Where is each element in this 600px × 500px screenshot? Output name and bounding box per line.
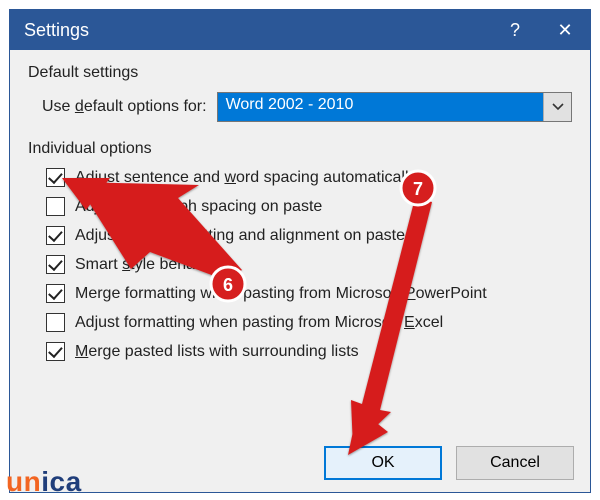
option-row: Merge formatting when pasting from Micro…	[46, 284, 572, 303]
checkbox[interactable]	[46, 284, 65, 303]
checkbox[interactable]	[46, 197, 65, 216]
option-label: Merge formatting when pasting from Micro…	[75, 285, 487, 303]
titlebar: Settings ? ✕	[10, 10, 590, 50]
default-options-select[interactable]: Word 2002 - 2010	[217, 92, 572, 122]
close-icon: ✕	[557, 20, 572, 41]
individual-options-label: Individual options	[28, 140, 572, 158]
option-row: Adjust sentence and word spacing automat…	[46, 168, 572, 187]
ok-button[interactable]: OK	[324, 446, 442, 480]
option-label: Smart style behavior	[75, 256, 221, 274]
option-label: Merge pasted lists with surrounding list…	[75, 343, 359, 361]
checkbox[interactable]	[46, 342, 65, 361]
option-label: Adjust table formatting and alignment on…	[75, 227, 405, 245]
help-icon: ?	[510, 20, 520, 41]
option-label: Adjust formatting when pasting from Micr…	[75, 314, 443, 332]
help-button[interactable]: ?	[490, 10, 540, 50]
option-label: Adjust paragraph spacing on paste	[75, 198, 322, 216]
button-bar: OK Cancel	[324, 446, 574, 480]
checkbox[interactable]	[46, 313, 65, 332]
option-label: Adjust sentence and word spacing automat…	[75, 169, 417, 187]
option-row: Adjust paragraph spacing on paste	[46, 197, 572, 216]
checkbox[interactable]	[46, 255, 65, 274]
close-button[interactable]: ✕	[540, 10, 590, 50]
option-row: Smart style behavior	[46, 255, 572, 274]
window-title: Settings	[24, 20, 490, 41]
watermark: unica	[6, 466, 82, 498]
select-value: Word 2002 - 2010	[218, 93, 543, 121]
option-row: Merge pasted lists with surrounding list…	[46, 342, 572, 361]
option-row: Adjust table formatting and alignment on…	[46, 226, 572, 245]
individual-options-list: Adjust sentence and word spacing automat…	[46, 168, 572, 361]
dialog-content: Default settings Use default options for…	[10, 50, 590, 385]
cancel-button[interactable]: Cancel	[456, 446, 574, 480]
checkbox[interactable]	[46, 168, 65, 187]
default-options-row: Use default options for: Word 2002 - 201…	[42, 92, 572, 122]
default-settings-label: Default settings	[28, 64, 572, 82]
option-row: Adjust formatting when pasting from Micr…	[46, 313, 572, 332]
chevron-down-icon[interactable]	[543, 93, 571, 121]
checkbox[interactable]	[46, 226, 65, 245]
settings-dialog: Settings ? ✕ Default settings Use defaul…	[9, 9, 591, 493]
default-options-label: Use default options for:	[42, 98, 207, 116]
